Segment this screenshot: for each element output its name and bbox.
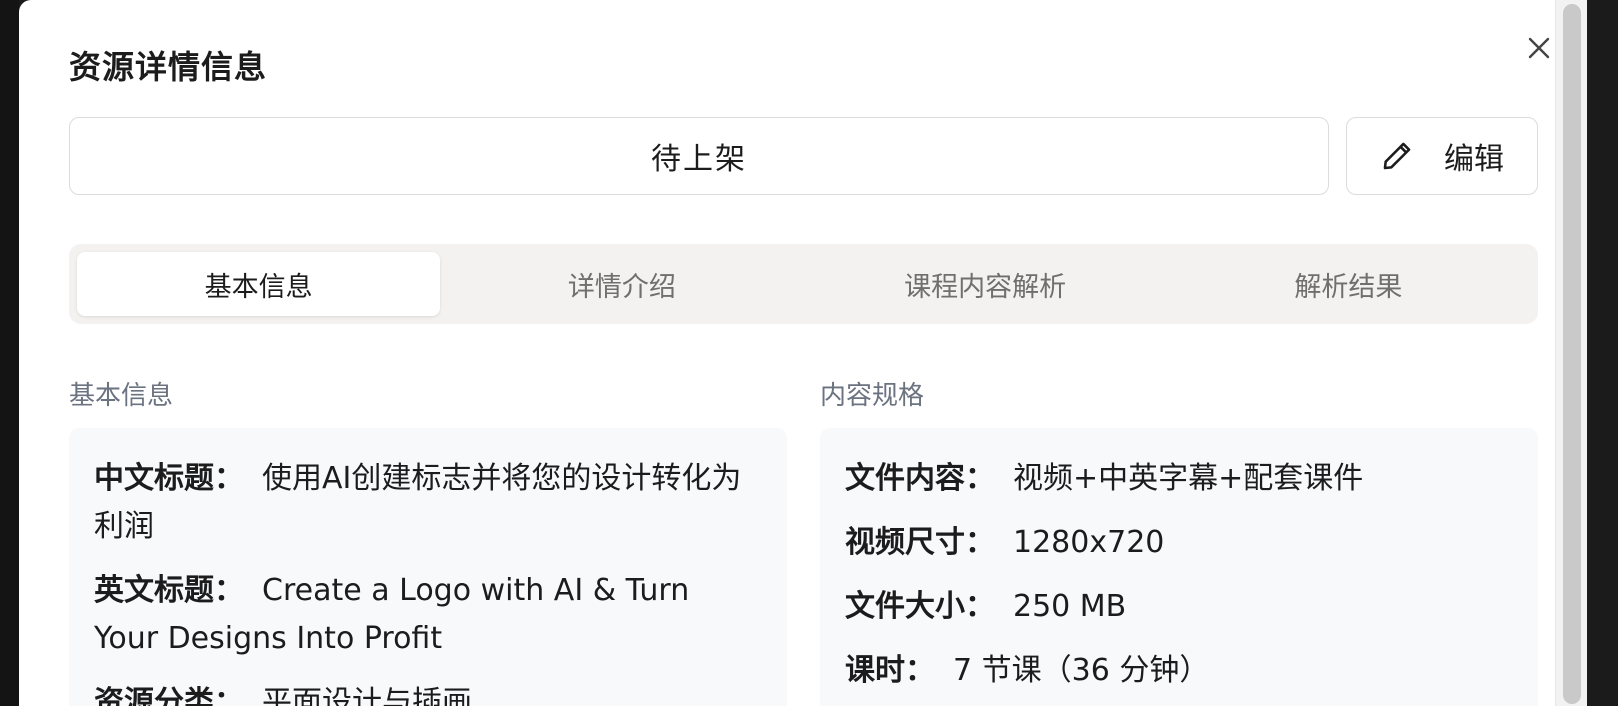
content-spec-card: 文件内容： 视频+中英字幕+配套课件 视频尺寸： 1280x720 文件大小： 250…: [820, 428, 1538, 706]
row-value: 平面设计与插画: [262, 685, 472, 706]
tab-basic-info[interactable]: 基本信息: [77, 252, 441, 316]
close-icon: [1528, 37, 1550, 59]
row-key: 文件大小：: [845, 589, 995, 624]
row-value: 250 MB: [1013, 589, 1127, 624]
pencil-icon: [1383, 142, 1411, 170]
info-row-cn-title: 中文标题： 使用AI创建标志并将您的设计转化为利润: [94, 455, 762, 551]
row-value: 视频+中英字幕+配套课件: [1013, 461, 1364, 496]
spec-row-file-size: 文件大小： 250 MB: [845, 583, 1513, 631]
dialog-title: 资源详情信息: [69, 48, 268, 86]
scrollbar-thumb[interactable]: [1563, 4, 1581, 704]
tab-bar: 基本信息 详情介绍 课程内容解析 解析结果: [69, 244, 1538, 324]
info-row-en-title: 英文标题： Create a Logo with AI & Turn Your D…: [94, 567, 762, 663]
tab-detail-intro[interactable]: 详情介绍: [440, 252, 803, 316]
row-key: 资源分类：: [94, 685, 244, 706]
tab-analysis-result[interactable]: 解析结果: [1167, 252, 1530, 316]
basic-info-card: 中文标题： 使用AI创建标志并将您的设计转化为利润 英文标题： Create a L…: [69, 428, 787, 706]
row-value: 1280x720: [1013, 525, 1165, 560]
spec-row-lessons: 课时： 7 节课（36 分钟）: [845, 647, 1513, 695]
status-button[interactable]: 待上架: [69, 117, 1329, 195]
backdrop: [0, 0, 19, 706]
basic-info-section-title: 基本信息: [69, 381, 174, 411]
row-key: 课时：: [845, 653, 935, 688]
scrollbar[interactable]: [1555, 0, 1587, 706]
row-key: 视频尺寸：: [845, 525, 995, 560]
row-key: 英文标题：: [94, 573, 244, 608]
status-label: 待上架: [651, 142, 747, 177]
spec-row-file-content: 文件内容： 视频+中英字幕+配套课件: [845, 455, 1513, 503]
row-key: 中文标题：: [94, 461, 244, 496]
info-row-category: 资源分类： 平面设计与插画: [94, 679, 762, 706]
close-button[interactable]: [1519, 28, 1559, 68]
tab-course-analysis[interactable]: 课程内容解析: [804, 252, 1167, 316]
spec-row-video-size: 视频尺寸： 1280x720: [845, 519, 1513, 567]
content-spec-section-title: 内容规格: [820, 381, 925, 411]
edit-label: 编辑: [1444, 142, 1504, 177]
row-value: 7 节课（36 分钟）: [953, 653, 1210, 688]
row-key: 文件内容：: [845, 461, 995, 496]
resource-detail-dialog: 资源详情信息 待上架 编辑 基本信息 详情介绍 课程内容解析 解析结果 基本信息…: [19, 0, 1587, 706]
edit-button[interactable]: 编辑: [1346, 117, 1538, 195]
